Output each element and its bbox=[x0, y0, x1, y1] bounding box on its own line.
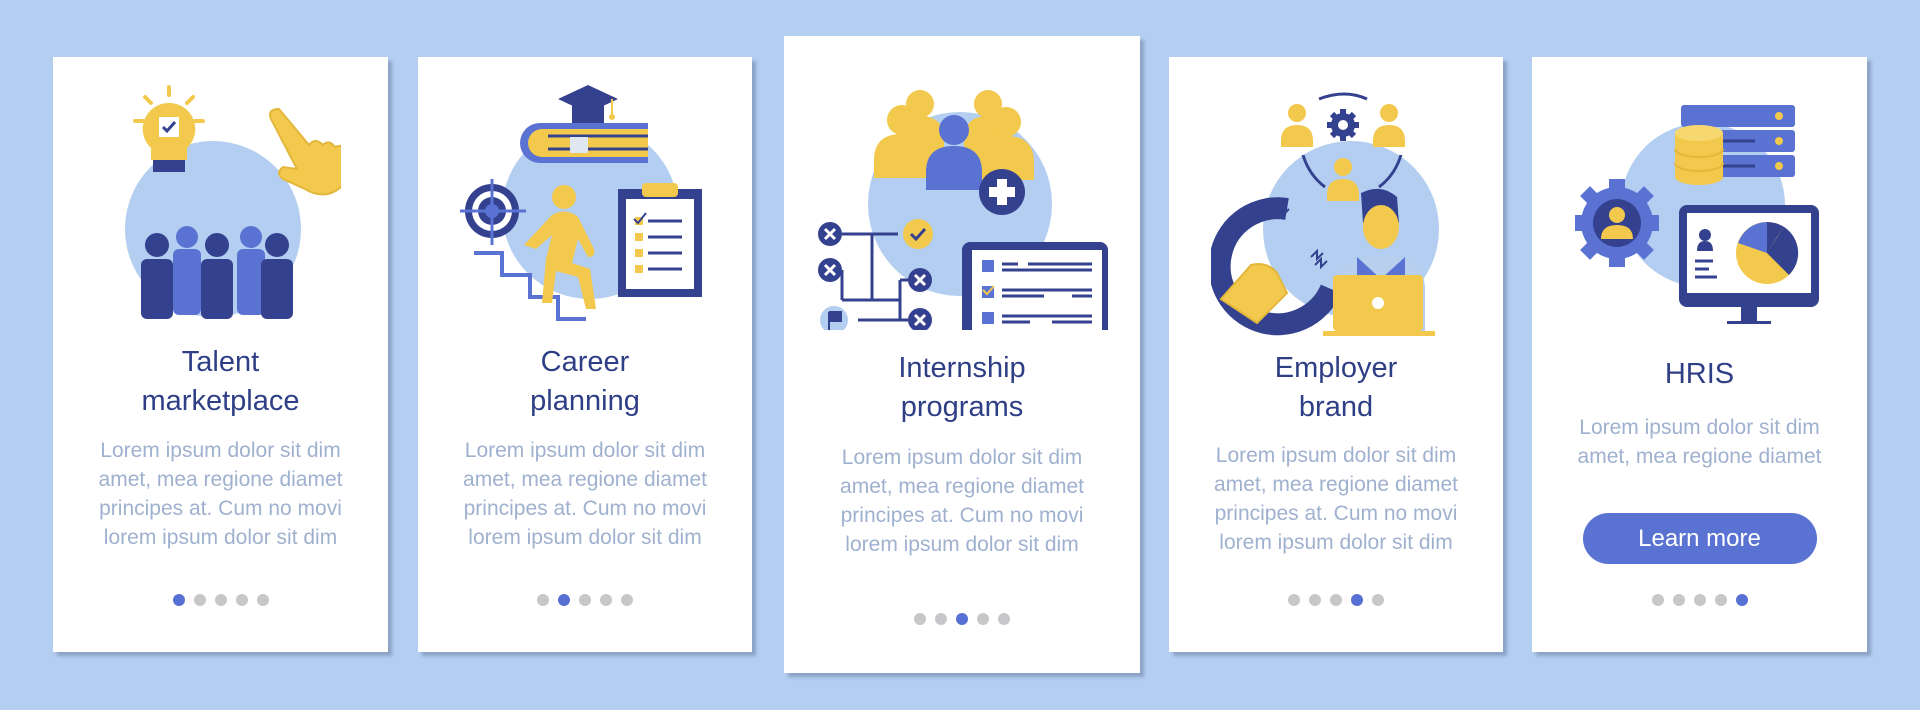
onboarding-card-employer-brand: Employer brand Lorem ipsum dolor sit dim… bbox=[1169, 57, 1503, 652]
monitor-icon bbox=[962, 242, 1108, 330]
onboarding-card-internship-programs: Internship programs Lorem ipsum dolor si… bbox=[784, 36, 1140, 673]
page-dot-4[interactable] bbox=[600, 594, 612, 606]
hris-illustration bbox=[1532, 105, 1867, 335]
description-line: principes at. Cum no movi bbox=[99, 497, 342, 520]
card-description: Lorem ipsum dolor sit dim amet, mea regi… bbox=[418, 436, 752, 552]
onboarding-card-career-planning: Career planning Lorem ipsum dolor sit di… bbox=[418, 57, 752, 652]
title-line: Talent bbox=[181, 346, 260, 378]
page-dot-4[interactable] bbox=[1714, 594, 1727, 606]
page-dot-4[interactable] bbox=[1351, 594, 1363, 606]
onboarding-card-talent-marketplace: Talent marketplace Lorem ipsum dolor sit… bbox=[53, 57, 388, 652]
card-description: Lorem ipsum dolor sit dim amet, mea regi… bbox=[1532, 413, 1867, 471]
card-title: HRIS bbox=[1532, 355, 1867, 394]
clipboard-icon bbox=[618, 183, 702, 297]
title-line: planning bbox=[530, 385, 640, 417]
title-line: Employer bbox=[1274, 352, 1398, 384]
description-line: amet, mea regione diamet bbox=[1577, 445, 1822, 468]
internship-programs-illustration bbox=[784, 74, 1140, 330]
page-dot-5[interactable] bbox=[1735, 594, 1748, 606]
title-line: marketplace bbox=[141, 385, 300, 417]
description-line: amet, mea regione diamet bbox=[98, 468, 343, 491]
page-dot-1[interactable] bbox=[914, 613, 926, 625]
learn-more-button[interactable]: Learn more bbox=[1582, 513, 1817, 564]
pie-chart-icon bbox=[1735, 221, 1798, 284]
gear-icon bbox=[1327, 109, 1359, 141]
page-dot-5[interactable] bbox=[998, 613, 1010, 625]
card-description: Lorem ipsum dolor sit dim amet, mea regi… bbox=[1169, 441, 1503, 557]
card-title: Talent marketplace bbox=[53, 343, 388, 421]
page-dot-5[interactable] bbox=[621, 594, 633, 606]
employer-brand-illustration bbox=[1169, 89, 1503, 339]
page-dot-3[interactable] bbox=[956, 613, 968, 625]
page-dot-1[interactable] bbox=[1651, 594, 1664, 606]
page-dot-1[interactable] bbox=[1288, 594, 1300, 606]
page-dot-2[interactable] bbox=[1309, 594, 1321, 606]
description-line: principes at. Cum no movi bbox=[1214, 502, 1458, 525]
page-dot-1[interactable] bbox=[537, 594, 549, 606]
page-indicator bbox=[1169, 594, 1503, 606]
description-line: Lorem ipsum dolor sit dim bbox=[100, 439, 341, 462]
description-line: Lorem ipsum dolor sit dim bbox=[464, 439, 706, 462]
description-line: amet, mea regione diamet bbox=[840, 475, 1084, 498]
description-line: Lorem ipsum dolor sit dim bbox=[1579, 416, 1820, 439]
page-indicator bbox=[418, 594, 752, 606]
page-indicator bbox=[784, 613, 1140, 625]
page-dot-4[interactable] bbox=[977, 613, 989, 625]
page-dot-3[interactable] bbox=[1330, 594, 1342, 606]
title-line: Internship bbox=[898, 352, 1026, 384]
card-title: Career planning bbox=[418, 343, 752, 421]
description-line: lorem ipsum dolor sit dim bbox=[468, 526, 702, 549]
description-line: amet, mea regione diamet bbox=[1214, 473, 1458, 496]
career-planning-illustration bbox=[418, 81, 752, 321]
page-dot-3[interactable] bbox=[579, 594, 591, 606]
page-indicator bbox=[1532, 594, 1867, 606]
onboarding-card-hris: HRIS Lorem ipsum dolor sit dim amet, mea… bbox=[1532, 57, 1867, 652]
page-dot-1[interactable] bbox=[172, 594, 185, 606]
page-dot-5[interactable] bbox=[1372, 594, 1384, 606]
title-line: brand bbox=[1298, 391, 1374, 423]
laptop-icon bbox=[1323, 275, 1435, 336]
page-dot-3[interactable] bbox=[214, 594, 227, 606]
user-settings-gear-icon bbox=[1574, 179, 1659, 267]
description-line: amet, mea regione diamet bbox=[463, 468, 707, 491]
card-description: Lorem ipsum dolor sit dim amet, mea regi… bbox=[784, 443, 1140, 559]
description-line: principes at. Cum no movi bbox=[463, 497, 707, 520]
page-indicator bbox=[53, 594, 388, 606]
card-description: Lorem ipsum dolor sit dim amet, mea regi… bbox=[53, 436, 388, 552]
description-line: principes at. Cum no movi bbox=[840, 504, 1084, 527]
page-dot-2[interactable] bbox=[558, 594, 570, 606]
title-line: programs bbox=[900, 391, 1024, 423]
description-line: lorem ipsum dolor sit dim bbox=[1219, 531, 1453, 554]
approve-icon bbox=[903, 219, 933, 249]
book-icon bbox=[520, 123, 648, 163]
people-group-icon bbox=[140, 226, 293, 319]
page-dot-2[interactable] bbox=[935, 613, 947, 625]
add-person-icon bbox=[979, 169, 1025, 215]
title-line: Career bbox=[540, 346, 630, 378]
card-title: Employer brand bbox=[1169, 349, 1503, 427]
description-line: lorem ipsum dolor sit dim bbox=[103, 526, 338, 549]
database-icon bbox=[1673, 125, 1724, 185]
page-dot-5[interactable] bbox=[256, 594, 269, 606]
graduation-cap-icon bbox=[558, 85, 618, 123]
description-line: Lorem ipsum dolor sit dim bbox=[1215, 444, 1457, 467]
page-dot-2[interactable] bbox=[193, 594, 206, 606]
title-line: HRIS bbox=[1664, 358, 1735, 390]
card-title: Internship programs bbox=[784, 349, 1140, 427]
page-dot-4[interactable] bbox=[235, 594, 248, 606]
description-line: Lorem ipsum dolor sit dim bbox=[841, 446, 1083, 469]
page-dot-2[interactable] bbox=[1672, 594, 1685, 606]
monitor-chart-icon bbox=[1678, 205, 1819, 324]
flag-icon bbox=[818, 304, 850, 330]
page-dot-3[interactable] bbox=[1693, 594, 1706, 606]
description-line: lorem ipsum dolor sit dim bbox=[845, 533, 1079, 556]
talent-marketplace-illustration bbox=[53, 79, 388, 319]
